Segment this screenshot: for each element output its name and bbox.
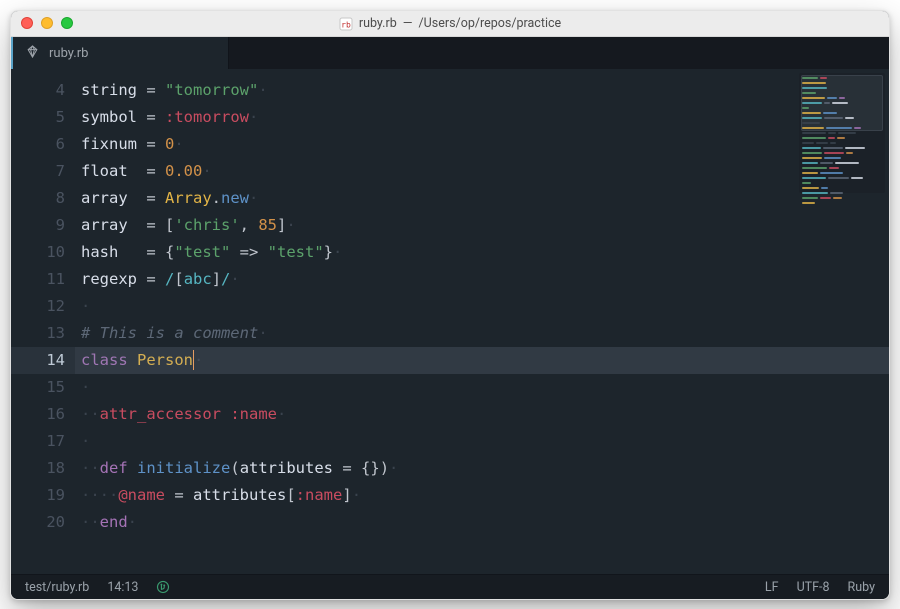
window-titlebar: rb ruby.rb — /Users/op/repos/practice (11, 11, 889, 37)
tab-label: ruby.rb (49, 46, 88, 61)
code-line[interactable]: hash = {"test" => "test"}· (75, 239, 889, 266)
tab-bar: ruby.rb (11, 37, 889, 69)
line-number: 8 (11, 185, 65, 212)
minimap-line (802, 192, 882, 194)
code-line[interactable]: · (75, 428, 889, 455)
code-line[interactable]: · (75, 293, 889, 320)
editor-area[interactable]: 4567891011121314151617181920 string = "t… (11, 69, 889, 574)
minimap-line (802, 132, 882, 134)
code-line[interactable]: regexp = /[abc]/· (75, 266, 889, 293)
minimap-line (802, 137, 882, 139)
code-line[interactable]: ··attr_accessor :name· (75, 401, 889, 428)
code-line[interactable]: array = ['chris', 85]· (75, 212, 889, 239)
status-encoding[interactable]: UTF-8 (797, 580, 830, 595)
line-number: 7 (11, 158, 65, 185)
line-number: 20 (11, 509, 65, 536)
window-title: rb ruby.rb — /Users/op/repos/practice (339, 16, 561, 31)
line-number-gutter: 4567891011121314151617181920 (11, 69, 75, 574)
line-number: 10 (11, 239, 65, 266)
tab-ruby[interactable]: ruby.rb (11, 37, 229, 69)
status-bar: test/ruby.rb 14:13 LF UTF-8 Ruby (11, 574, 889, 599)
line-number: 4 (11, 77, 65, 104)
line-number: 6 (11, 131, 65, 158)
status-line-ending[interactable]: LF (765, 580, 779, 595)
window-title-sep: — (403, 16, 413, 31)
ruby-file-icon: rb (339, 17, 353, 31)
code-line[interactable]: string = "tomorrow"· (75, 77, 889, 104)
line-number: 12 (11, 293, 65, 320)
zoom-window-button[interactable] (61, 17, 73, 29)
code-line[interactable]: class Person· (75, 347, 889, 374)
code-line[interactable]: symbol = :tomorrow· (75, 104, 889, 131)
minimap[interactable] (799, 73, 885, 193)
window-controls (21, 17, 73, 29)
minimap-line (802, 157, 882, 159)
code-content[interactable]: string = "tomorrow"·symbol = :tomorrow·f… (75, 69, 889, 574)
line-number: 16 (11, 401, 65, 428)
minimap-line (802, 167, 882, 169)
line-number: 18 (11, 455, 65, 482)
tab-bar-empty[interactable] (229, 37, 889, 69)
code-line[interactable]: ··def initialize(attributes = {})· (75, 455, 889, 482)
minimap-line (802, 147, 882, 149)
code-line[interactable]: · (75, 374, 889, 401)
line-number: 9 (11, 212, 65, 239)
line-number: 13 (11, 320, 65, 347)
window-title-path: /Users/op/repos/practice (419, 16, 562, 31)
line-number: 5 (11, 104, 65, 131)
minimap-line (802, 152, 882, 154)
minimap-line (802, 177, 882, 179)
minimap-line (802, 182, 882, 184)
line-number: 19 (11, 482, 65, 509)
code-line[interactable]: float = 0.00· (75, 158, 889, 185)
svg-text:rb: rb (341, 20, 351, 29)
status-cursor-position[interactable]: 14:13 (107, 580, 138, 595)
line-number: 17 (11, 428, 65, 455)
line-number: 15 (11, 374, 65, 401)
editor-window: rb ruby.rb — /Users/op/repos/practice ru… (10, 10, 890, 600)
ruby-icon (25, 44, 40, 63)
git-branch-icon[interactable] (156, 580, 170, 594)
code-line[interactable]: ····@name = attributes[:name]· (75, 482, 889, 509)
code-line[interactable]: fixnum = 0· (75, 131, 889, 158)
close-window-button[interactable] (21, 17, 33, 29)
minimap-line (802, 162, 882, 164)
minimap-line (802, 202, 882, 204)
minimap-line (802, 187, 882, 189)
minimap-line (802, 142, 882, 144)
code-line[interactable]: # This is a comment· (75, 320, 889, 347)
code-line[interactable]: array = Array.new· (75, 185, 889, 212)
status-language[interactable]: Ruby (848, 580, 875, 595)
status-filepath[interactable]: test/ruby.rb (25, 580, 89, 595)
line-number: 11 (11, 266, 65, 293)
window-title-filename: ruby.rb (359, 16, 397, 31)
code-line[interactable]: ··end· (75, 509, 889, 536)
minimize-window-button[interactable] (41, 17, 53, 29)
minimap-line (802, 172, 882, 174)
minimap-line (802, 197, 882, 199)
